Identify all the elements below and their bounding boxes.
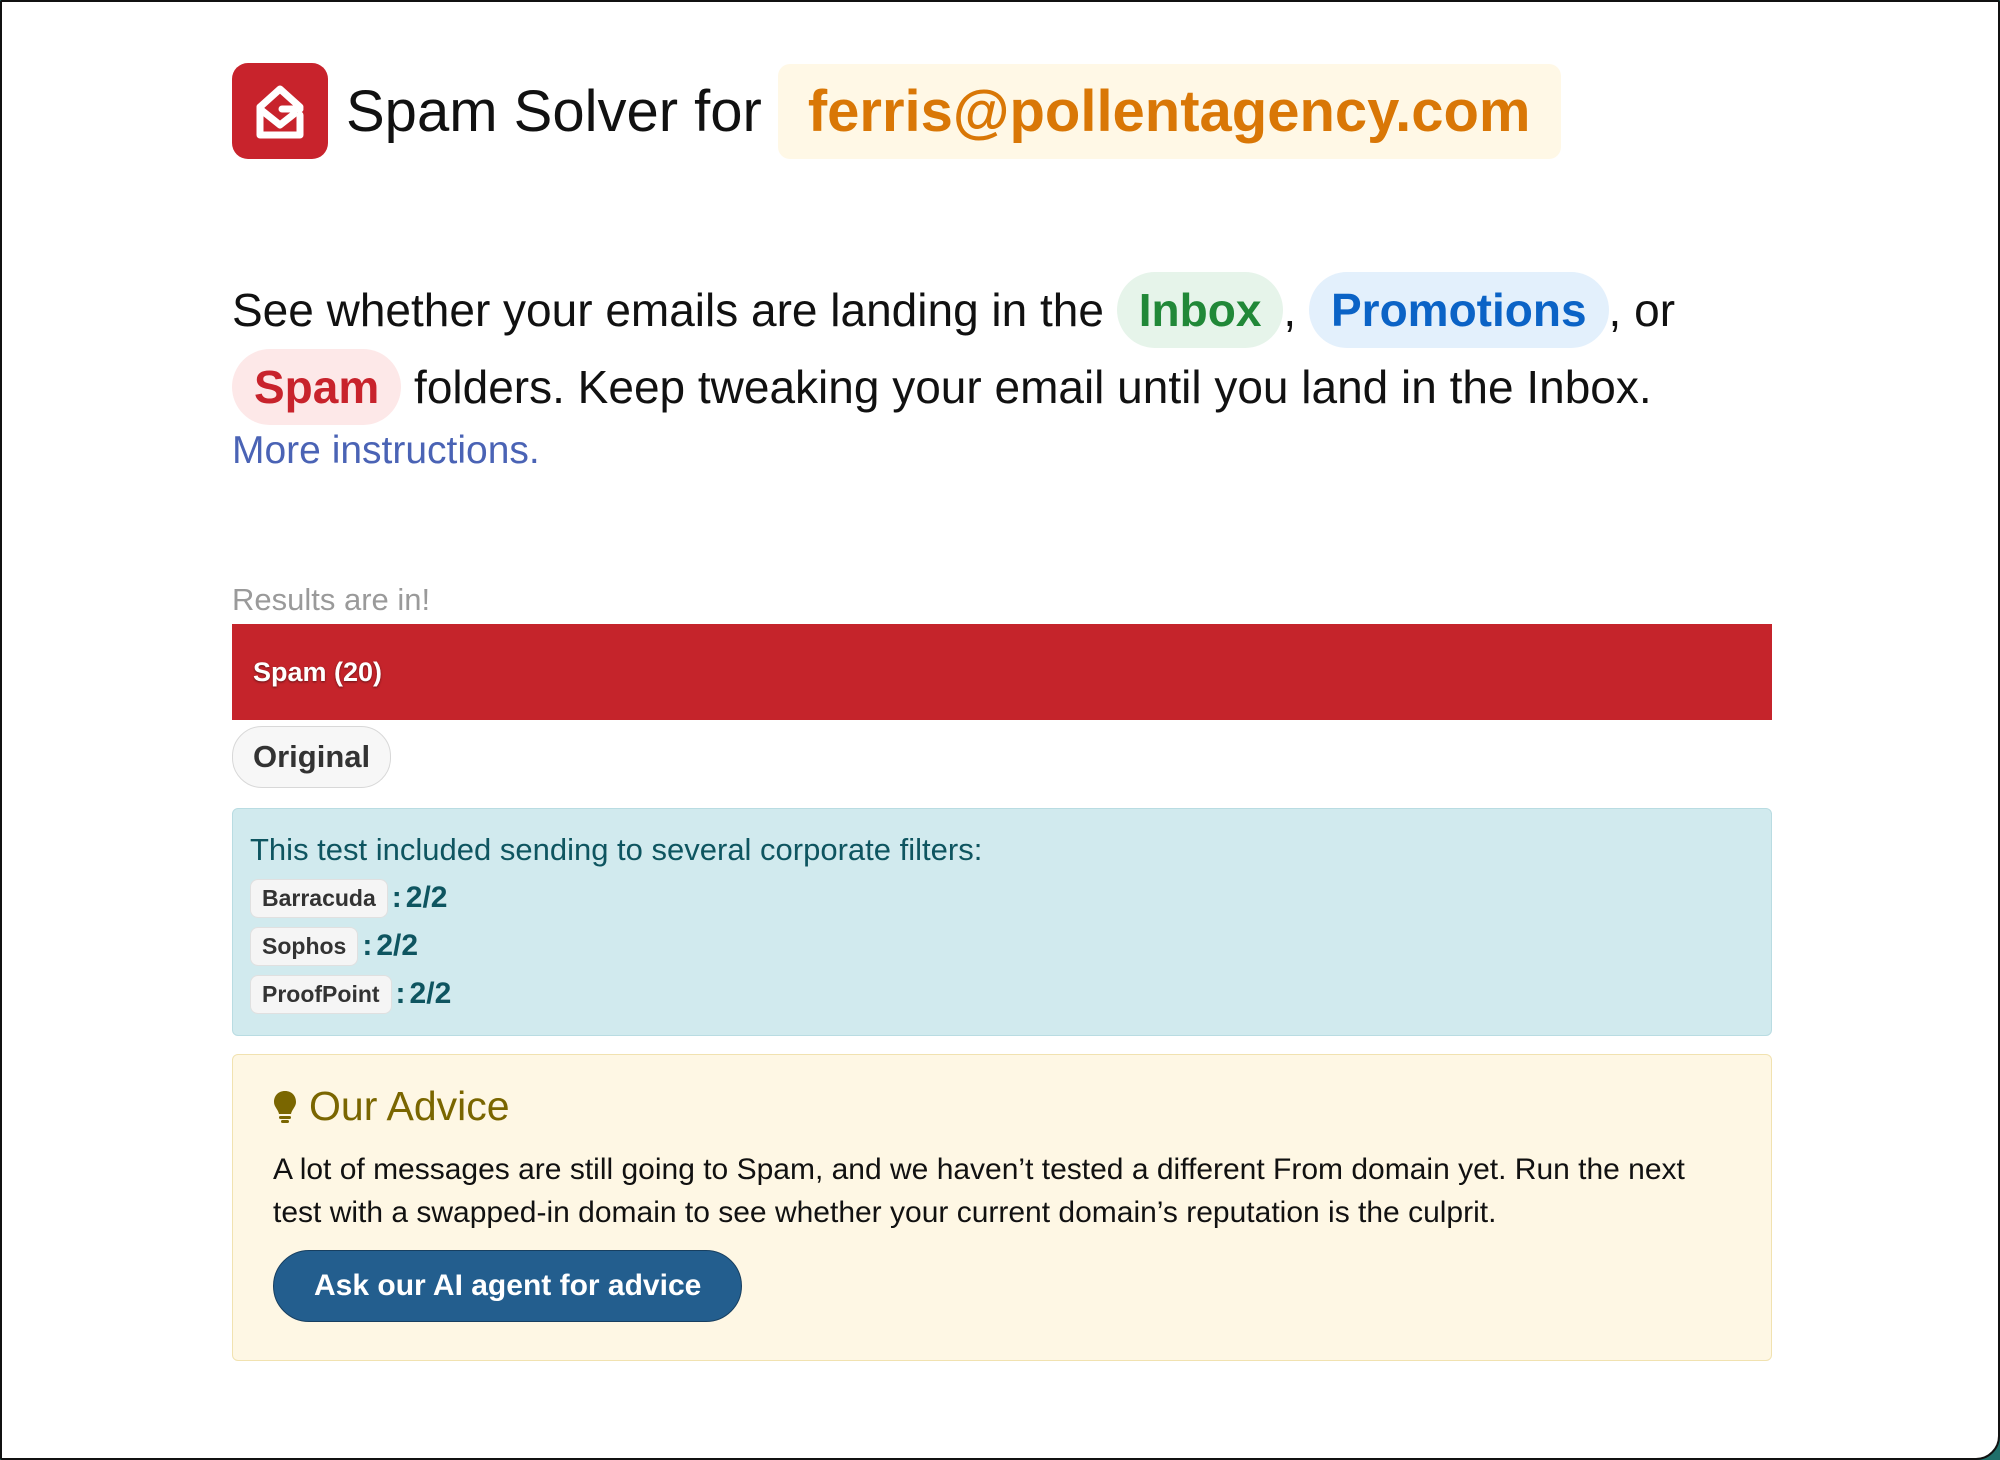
filter-row: Barracuda : 2/2 (250, 878, 1754, 918)
original-tag: Original (232, 726, 392, 788)
spam-pill: Spam (232, 349, 402, 425)
email-address-badge: ferris@pollentagency.com (777, 63, 1561, 159)
filter-name: Sophos (250, 926, 359, 966)
intro-comma: , (1283, 284, 1297, 336)
filters-title: This test included sending to several co… (250, 832, 983, 867)
filter-score: 2/2 (409, 977, 452, 1010)
advice-header: Our Advice (273, 1083, 1731, 1130)
intro-text-2: folders. Keep tweaking your email until … (414, 361, 1652, 413)
ask-ai-agent-button[interactable]: Ask our AI agent for advice (273, 1250, 743, 1322)
advice-title: Our Advice (309, 1083, 510, 1129)
results-label: Results are in! (232, 582, 431, 617)
inbox-pill: Inbox (1116, 272, 1284, 348)
filter-score: 2/2 (376, 929, 419, 962)
lightbulb-icon (273, 1090, 297, 1124)
advice-text: A lot of messages are still going to Spa… (273, 1153, 1685, 1229)
intro-text-1: See whether your emails are landing in t… (232, 284, 1104, 336)
advice-box: Our Advice A lot of messages are still g… (232, 1054, 1772, 1361)
filter-name: ProofPoint (250, 974, 392, 1014)
filter-score: 2/2 (405, 881, 448, 914)
filter-separator: : (362, 929, 373, 962)
filter-separator: : (395, 977, 406, 1010)
filter-row: ProofPoint : 2/2 (250, 974, 1754, 1014)
filter-row: Sophos : 2/2 (250, 926, 1754, 966)
filter-name: Barracuda (250, 878, 388, 918)
page-title: Spam Solver for (346, 78, 762, 144)
corporate-filters-box: This test included sending to several co… (232, 808, 1772, 1036)
filter-separator: : (391, 881, 402, 914)
mail-house-icon (232, 63, 328, 159)
main-content: Spam Solver for ferris@pollentagency.com… (232, 62, 1772, 1361)
spam-result-bar: Spam (20) (232, 624, 1772, 720)
promotions-pill: Promotions (1308, 272, 1609, 348)
spam-result-label: Spam (20) (253, 656, 383, 687)
intro-or: , or (1608, 284, 1676, 336)
page-header: Spam Solver for ferris@pollentagency.com (232, 62, 1772, 160)
more-instructions-link[interactable]: More instructions. (232, 426, 540, 476)
app-window: Spam Solver for ferris@pollentagency.com… (0, 0, 2000, 1460)
intro-paragraph: See whether your emails are landing in t… (232, 272, 1772, 426)
